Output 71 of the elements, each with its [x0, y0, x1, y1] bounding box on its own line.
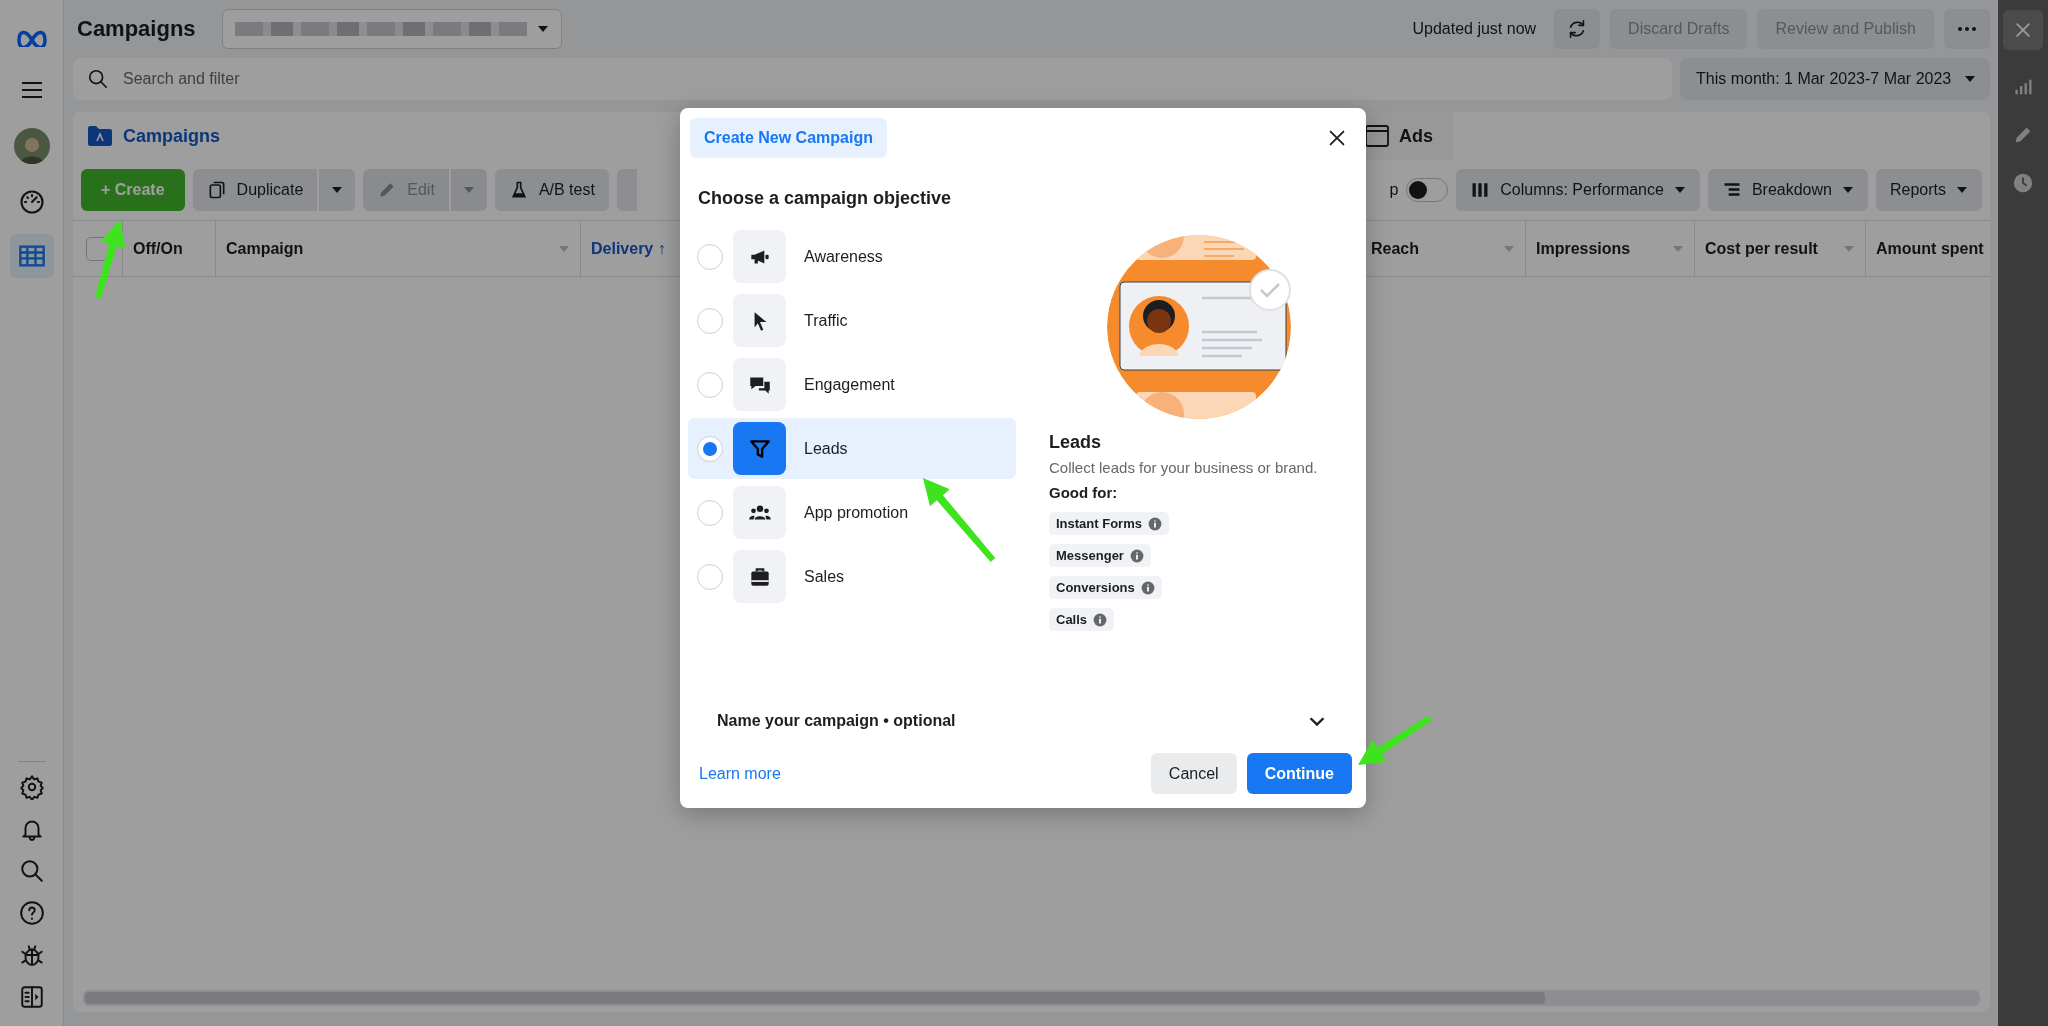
tag: Calls — [1049, 608, 1115, 631]
info-icon — [1147, 516, 1162, 531]
dropdown-button[interactable] — [319, 169, 356, 211]
column-header[interactable]: Amount spent — [1866, 221, 1990, 276]
learn-more-link[interactable]: Learn more — [699, 764, 781, 783]
tag: Messenger — [1049, 544, 1151, 567]
toolbar-button[interactable]: Duplicate — [192, 169, 318, 211]
dialog-tab[interactable]: Create New Campaign — [690, 118, 887, 158]
objective-description: Collect leads for your business or brand. — [1049, 459, 1319, 476]
search-icon — [87, 68, 109, 90]
column-header[interactable]: Impressions — [1526, 221, 1695, 276]
toolbar-dropdown[interactable]: Reports — [1875, 169, 1982, 211]
date-range-dropdown[interactable]: This month: 1 Mar 2023-7 Mar 2023 — [1680, 58, 1990, 100]
radio-button[interactable] — [697, 435, 723, 462]
help-icon — [18, 900, 45, 926]
section-title: Name your campaign • optional — [717, 712, 956, 730]
column-header[interactable]: Cost per result — [1695, 221, 1866, 276]
settings-icon — [18, 774, 45, 800]
dropdown-button[interactable] — [450, 169, 487, 211]
continue-button[interactable]: Continue — [1246, 753, 1352, 794]
bug-icon — [18, 942, 45, 968]
search-icon — [18, 858, 45, 884]
caret-icon — [331, 186, 344, 194]
cancel-button[interactable]: Cancel — [1150, 753, 1237, 794]
caret-icon — [1672, 244, 1684, 253]
tag: Instant Forms — [1049, 512, 1169, 535]
update-status: Updated just now — [1412, 20, 1537, 38]
toolbar-button[interactable]: A/B test — [494, 169, 609, 211]
toggle-label: p — [1389, 181, 1399, 199]
info-icon — [1129, 548, 1144, 563]
clock-icon — [2012, 172, 2034, 194]
caret-icon — [1964, 75, 1976, 83]
radio-button[interactable] — [697, 371, 723, 398]
caret-icon — [1503, 244, 1515, 253]
close-icon — [2013, 20, 2033, 40]
caret-icon — [558, 244, 570, 253]
radio-button[interactable] — [697, 243, 723, 270]
objective-option[interactable]: Leads — [688, 418, 1016, 479]
avatar[interactable] — [13, 128, 50, 164]
search-field[interactable]: Search and filter — [73, 58, 1672, 100]
good-for-label: Good for: — [1049, 484, 1119, 501]
sidebar-toggle-icon — [18, 984, 45, 1010]
tag: Conversions — [1049, 576, 1162, 599]
scrollbar[interactable] — [83, 990, 1980, 1006]
caret-icon — [1956, 186, 1968, 194]
columns-icon — [1470, 180, 1491, 200]
radio-button[interactable] — [697, 563, 723, 590]
more-icon — [1958, 27, 1976, 31]
info-icon — [1093, 612, 1108, 627]
caret-icon — [1843, 244, 1855, 253]
toolbar-dropdown[interactable]: Columns: Performance — [1456, 169, 1700, 211]
account-dropdown[interactable] — [221, 9, 562, 49]
dialog-heading: Choose a campaign objective — [698, 188, 953, 209]
objective-title: Leads — [1049, 432, 1103, 453]
refresh-button[interactable] — [1554, 9, 1601, 49]
info-icon — [1140, 580, 1155, 595]
more-button[interactable] — [1944, 9, 1990, 49]
ad-window-icon — [1365, 125, 1389, 147]
caret-icon — [462, 186, 475, 194]
page-title: Campaigns — [77, 16, 196, 42]
column-header[interactable]: Campaign — [216, 221, 581, 276]
radio-button[interactable] — [697, 499, 723, 526]
toggle-switch[interactable] — [1406, 178, 1449, 202]
caret-icon — [1673, 186, 1686, 194]
caret-icon — [1841, 186, 1854, 194]
radio-button[interactable] — [697, 307, 723, 334]
toolbar-dropdown[interactable]: Breakdown — [1707, 169, 1868, 211]
gauge-icon — [17, 188, 46, 216]
folder-icon — [87, 125, 113, 147]
caret-icon — [536, 25, 549, 33]
nav-item[interactable] — [9, 234, 54, 278]
